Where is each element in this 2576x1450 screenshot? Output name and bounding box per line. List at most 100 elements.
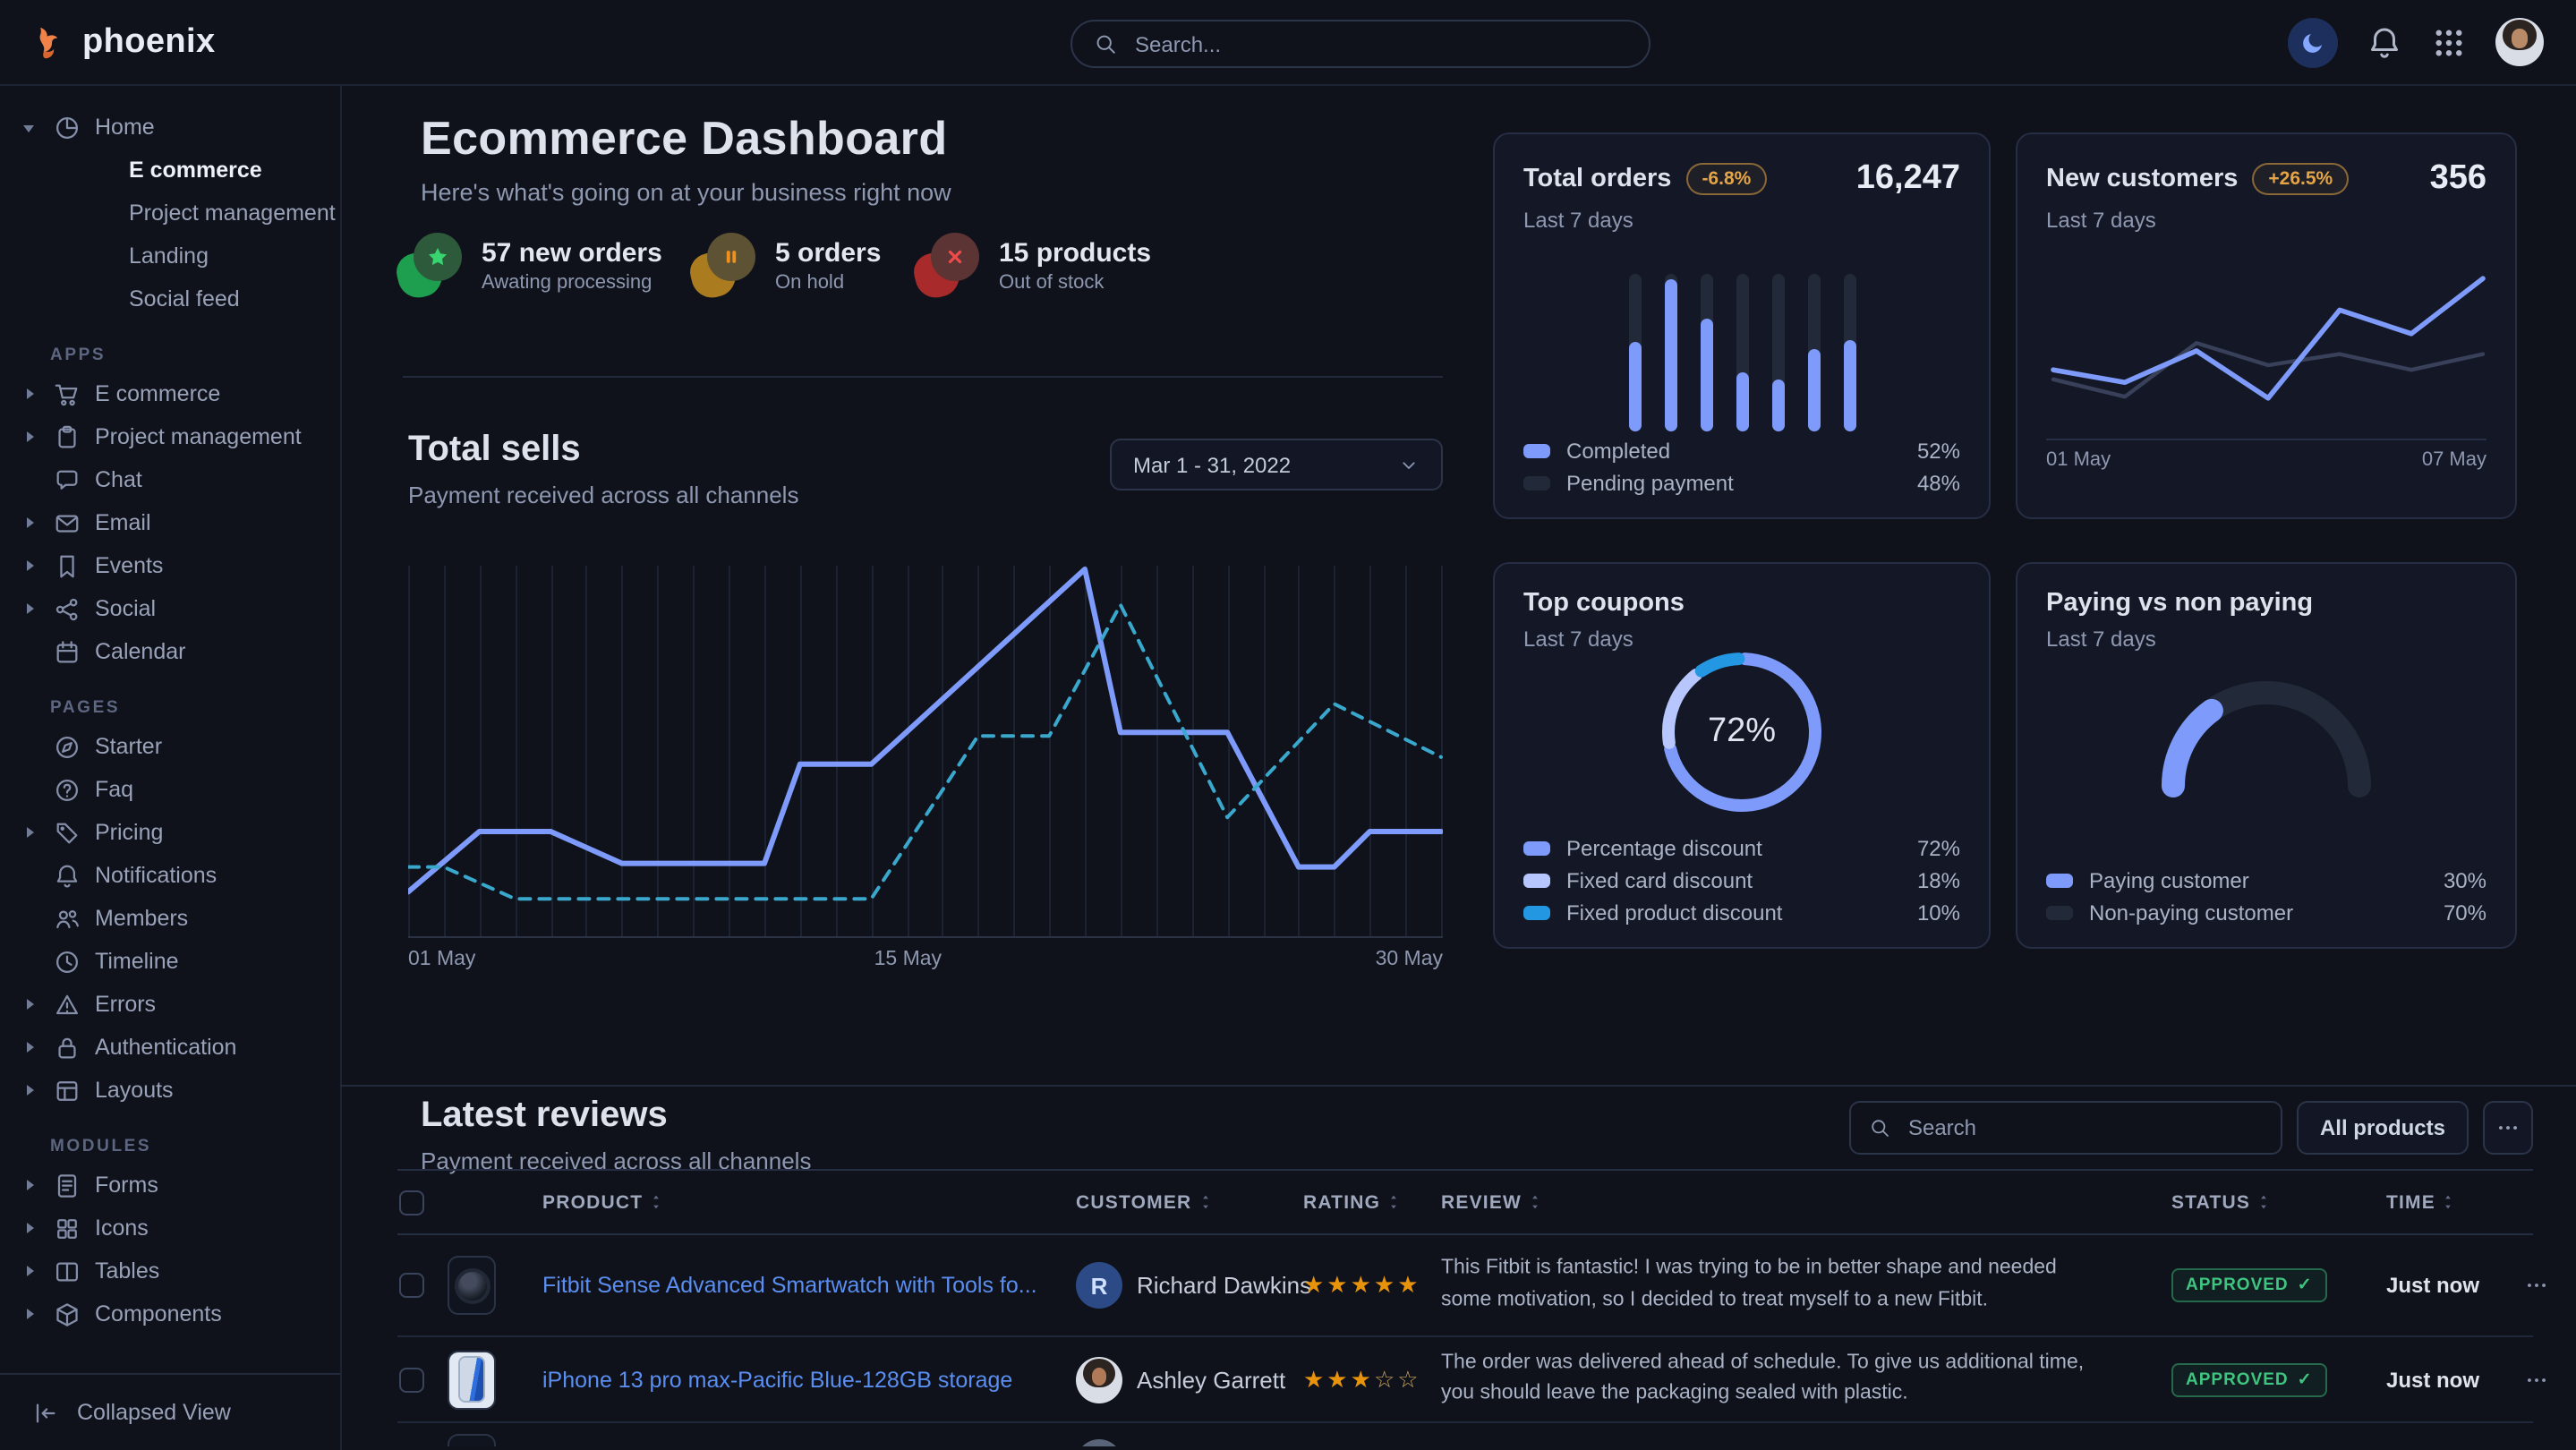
sidebar-item-components[interactable]: Components <box>0 1292 340 1335</box>
column-header-status[interactable]: STATUS <box>2171 1191 2273 1213</box>
warning-icon <box>54 991 81 1018</box>
sidebar-item-e-commerce[interactable]: E commerce <box>0 372 340 415</box>
sidebar-item-social[interactable]: Social <box>0 587 340 630</box>
collapsed-view-toggle[interactable]: Collapsed View <box>0 1373 340 1450</box>
customer-avatar[interactable]: R <box>1076 1262 1122 1309</box>
caret-down-icon <box>21 118 39 136</box>
sidebar-item-timeline[interactable]: Timeline <box>0 940 340 983</box>
total-sells-title: Total sells <box>408 430 798 471</box>
sidebar-item-email[interactable]: Email <box>0 501 340 544</box>
caret-right-icon <box>21 909 39 927</box>
paying-gauge-chart <box>2148 668 2384 800</box>
sidebar-item-authentication[interactable]: Authentication <box>0 1026 340 1069</box>
sidebar-item-icons[interactable]: Icons <box>0 1207 340 1250</box>
stat-value: 57 new orders <box>482 237 662 268</box>
sort-icon <box>646 1192 666 1212</box>
apps-menu-button[interactable] <box>2431 24 2467 60</box>
grid4-icon <box>54 1215 81 1241</box>
cross-icon <box>943 245 967 269</box>
sidebar-item-project-management[interactable]: Project management <box>0 192 340 235</box>
sidebar-item-project-management[interactable]: Project management <box>0 415 340 458</box>
chat-icon <box>54 466 81 493</box>
notifications-button[interactable] <box>2367 24 2402 60</box>
sidebar-item-members[interactable]: Members <box>0 897 340 940</box>
caret-right-icon <box>21 780 39 798</box>
dark-mode-toggle[interactable] <box>2288 17 2338 67</box>
question-icon <box>54 776 81 803</box>
box-icon <box>54 1301 81 1327</box>
customer-avatar[interactable] <box>1076 1356 1122 1403</box>
reviews-search[interactable] <box>1849 1101 2282 1155</box>
caret-right-icon <box>21 385 39 403</box>
row-more-options[interactable] <box>2524 1367 2549 1392</box>
card-subtitle: Last 7 days <box>2046 208 2486 233</box>
navbar-search[interactable] <box>1070 20 1651 68</box>
legend-item: Pending payment48% <box>1523 471 1960 496</box>
total-orders-card: Total orders -6.8% 16,247 Last 7 days Co… <box>1493 132 1991 519</box>
on-hold-blob-icon <box>691 233 755 297</box>
sidebar-item-landing[interactable]: Landing <box>0 235 340 277</box>
sidebar-item-errors[interactable]: Errors <box>0 983 340 1026</box>
new-customers-line-chart <box>2046 245 2486 431</box>
user-avatar[interactable] <box>2495 18 2544 66</box>
column-header-customer[interactable]: CUSTOMER <box>1076 1191 1215 1213</box>
sidebar-item-starter[interactable]: Starter <box>0 725 340 768</box>
x-tick: 15 May <box>874 949 942 970</box>
sidebar-item-chat[interactable]: Chat <box>0 458 340 501</box>
total-sells-header: Total sells Payment received across all … <box>408 430 1443 508</box>
product-link[interactable]: iPhone 13 pro max-Pacific Blue-128GB sto… <box>542 1367 1012 1392</box>
caret-right-icon <box>21 600 39 618</box>
sidebar-item-events[interactable]: Events <box>0 544 340 587</box>
reviews-more-options-button[interactable] <box>2483 1101 2533 1155</box>
product-link[interactable]: Fitbit Sense Advanced Smartwatch with To… <box>542 1273 1037 1298</box>
status-badge: APPROVED ✓ <box>2171 1268 2327 1302</box>
card-title: Paying vs non paying <box>2046 589 2313 618</box>
legend-item: Completed52% <box>1523 439 1960 464</box>
brand-logo[interactable]: phoenix <box>29 0 216 84</box>
select-all-checkbox[interactable] <box>399 1190 424 1215</box>
sidebar-item-calendar[interactable]: Calendar <box>0 630 340 673</box>
sidebar-item-faq[interactable]: Faq <box>0 768 340 811</box>
card-title: Total orders <box>1523 165 1671 193</box>
legend-item: Fixed product discount10% <box>1523 900 1960 925</box>
navbar-search-input[interactable] <box>1131 30 1627 58</box>
sidebar-item-tables[interactable]: Tables <box>0 1250 340 1292</box>
order-bar <box>1771 274 1784 431</box>
date-range-select[interactable]: Mar 1 - 31, 2022 <box>1110 439 1443 490</box>
product-thumbnail[interactable] <box>448 1350 496 1409</box>
column-header-rating[interactable]: RATING <box>1303 1191 1403 1213</box>
column-header-product[interactable]: PRODUCT <box>542 1191 666 1213</box>
customer-avatar <box>1076 1439 1122 1446</box>
order-bar <box>1736 274 1748 431</box>
sort-icon <box>1525 1192 1545 1212</box>
divider <box>403 376 1443 378</box>
caret-right-icon <box>21 428 39 446</box>
coupons-legend: Percentage discount72%Fixed card discoun… <box>1523 829 1960 925</box>
pause-icon <box>720 245 743 269</box>
share-icon <box>54 595 81 622</box>
compass-icon <box>54 733 81 760</box>
total-sells-subtitle: Payment received across all channels <box>408 482 798 508</box>
lock-icon <box>54 1034 81 1061</box>
product-thumbnail[interactable] <box>448 1256 496 1315</box>
row-checkbox[interactable] <box>399 1273 424 1298</box>
sidebar-item-home[interactable]: Home <box>0 106 340 149</box>
section-divider <box>340 1085 2576 1087</box>
search-icon <box>1094 32 1117 55</box>
sidebar-item-layouts[interactable]: Layouts <box>0 1069 340 1112</box>
sidebar-item-notifications[interactable]: Notifications <box>0 854 340 897</box>
column-header-time[interactable]: TIME <box>2386 1191 2459 1213</box>
row-checkbox[interactable] <box>399 1367 424 1392</box>
page-header: Ecommerce Dashboard Here's what's going … <box>421 111 1450 206</box>
sidebar-item-e-commerce[interactable]: E commerce <box>0 149 340 192</box>
row-more-options[interactable] <box>2524 1273 2549 1298</box>
sidebar-item-forms[interactable]: Forms <box>0 1164 340 1207</box>
page-subtitle: Here's what's going on at your business … <box>421 179 1450 206</box>
reviews-search-input[interactable] <box>1905 1113 2263 1142</box>
column-header-review[interactable]: REVIEW <box>1441 1191 1545 1213</box>
change-badge: +26.5% <box>2252 163 2349 195</box>
all-products-filter-button[interactable]: All products <box>2297 1101 2469 1155</box>
sidebar-item-social-feed[interactable]: Social feed <box>0 277 340 320</box>
sidebar-item-pricing[interactable]: Pricing <box>0 811 340 854</box>
top-coupons-card: Top coupons Last 7 days 72% Percentage d… <box>1493 562 1991 949</box>
